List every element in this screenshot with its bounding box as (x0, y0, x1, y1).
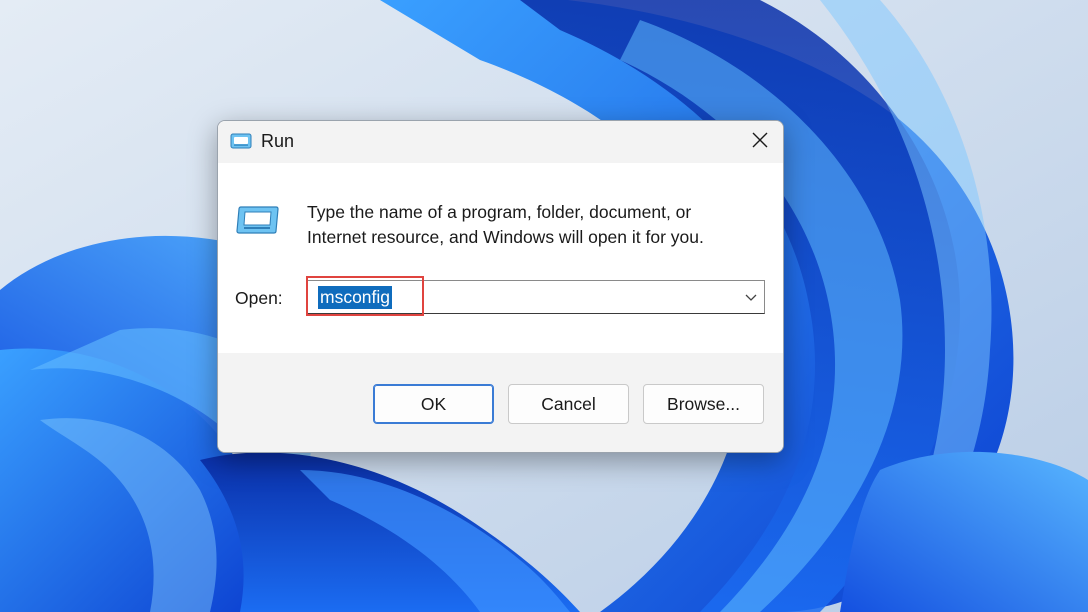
ok-button[interactable]: OK (373, 384, 494, 424)
dialog-description: Type the name of a program, folder, docu… (307, 202, 704, 247)
close-button[interactable] (737, 121, 783, 163)
title-bar[interactable]: Run (218, 121, 783, 163)
chevron-down-icon[interactable] (744, 290, 758, 304)
open-combobox[interactable]: msconfig (307, 280, 765, 314)
run-icon (230, 132, 252, 150)
dialog-content: Type the name of a program, folder, docu… (218, 163, 783, 353)
dialog-title: Run (261, 131, 295, 151)
run-dialog: Run Type the name of a program, folder, … (217, 120, 784, 453)
open-label: Open: (235, 288, 283, 308)
open-input-value[interactable]: msconfig (318, 286, 393, 309)
close-icon (752, 132, 768, 153)
run-program-icon (236, 203, 280, 237)
browse-button[interactable]: Browse... (643, 384, 764, 424)
button-bar: OK Cancel Browse... (218, 353, 783, 452)
cancel-button[interactable]: Cancel (508, 384, 629, 424)
